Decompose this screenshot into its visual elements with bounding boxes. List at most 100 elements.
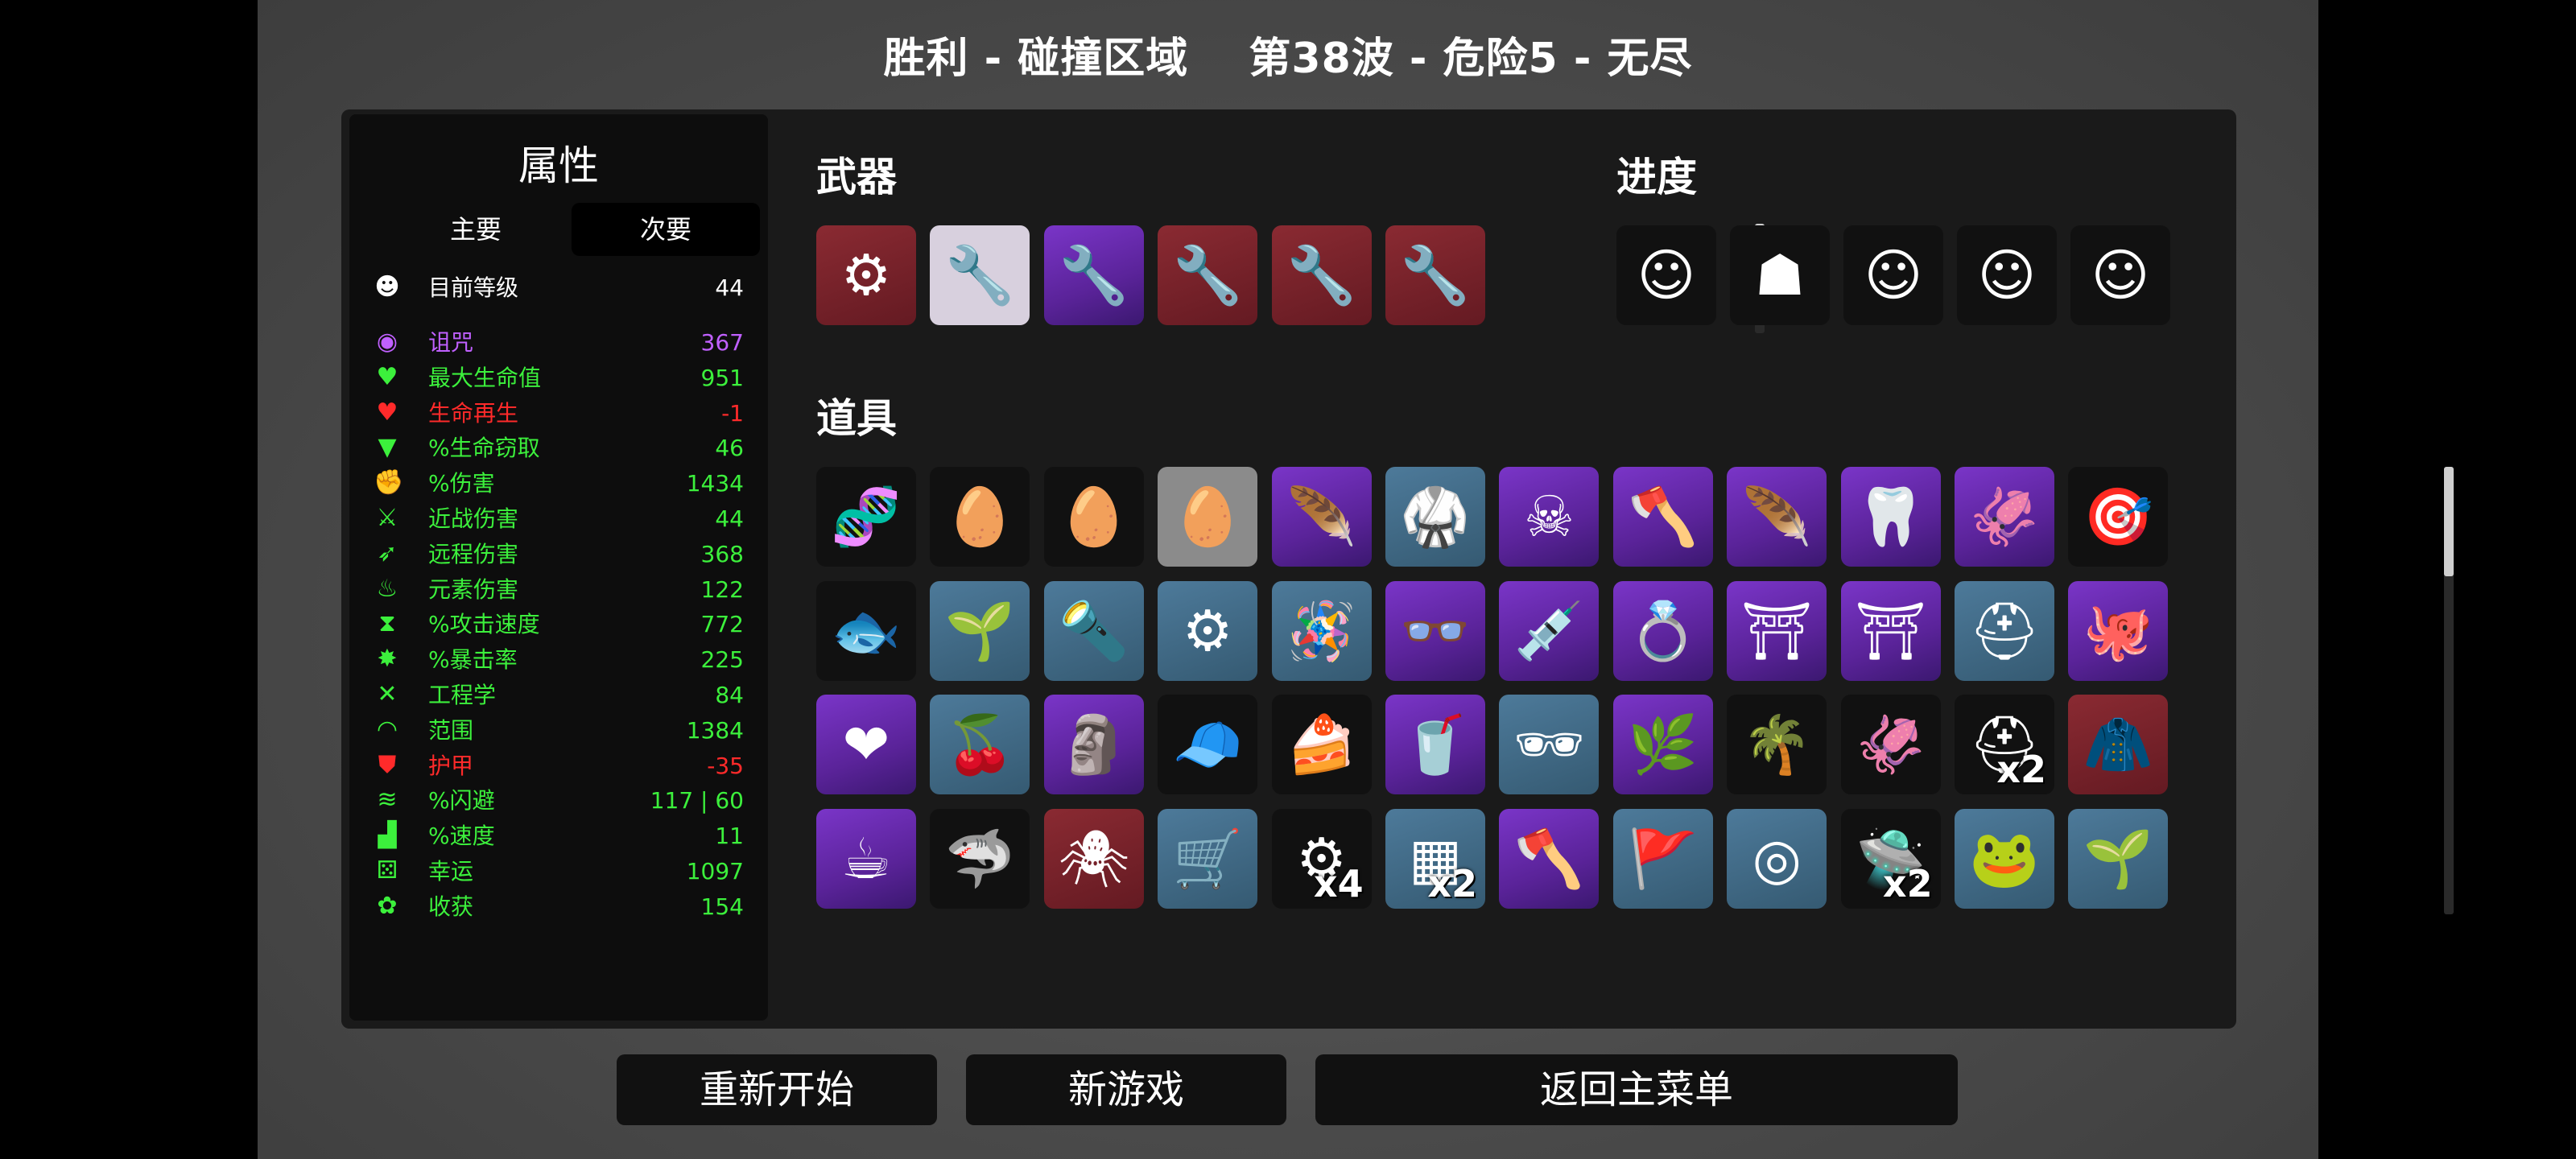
spider-icon: 🕷 — [1058, 825, 1130, 892]
result-zone: 胜利 - 碰撞区域 — [883, 35, 1189, 83]
wheelbarrow-icon: 🛒 — [1172, 825, 1243, 892]
weapon-slot[interactable]: 🔧 — [1158, 225, 1258, 325]
stat-value: 11 — [715, 823, 744, 850]
item-slot[interactable]: ⛩ — [1727, 580, 1827, 681]
weapon-slot[interactable]: 🔧 — [1271, 225, 1372, 325]
restart-button[interactable]: 重新开始 — [617, 1054, 937, 1125]
item-slot[interactable]: 🚩 — [1612, 808, 1713, 909]
stat-label: 护甲 — [428, 752, 474, 779]
item-slot[interactable]: 🦷 — [1840, 467, 1941, 567]
items-scroll-thumb[interactable] — [2444, 467, 2454, 576]
weapon-slot[interactable]: 🔧 — [930, 225, 1030, 325]
palm-tree-icon: 🌴 — [1741, 711, 1812, 777]
target-icon: ◎ — [1752, 825, 1802, 892]
stat-value: 1434 — [686, 470, 744, 497]
item-slot[interactable]: 🪓 — [1612, 467, 1713, 567]
item-slot[interactable]: 🕶 — [1499, 695, 1600, 794]
stats-heading: 属性 — [518, 142, 599, 189]
item-slot[interactable]: 🪅 — [1271, 580, 1372, 681]
item-slot[interactable]: 👓 — [1385, 580, 1485, 681]
stat-label: 目前等级 — [428, 274, 519, 301]
item-slot[interactable]: 🍒 — [930, 695, 1030, 794]
item-slot[interactable]: 🧬 — [816, 467, 916, 567]
tab-primary[interactable]: 主要 — [382, 203, 570, 256]
item-slot[interactable]: 🌱 — [930, 580, 1030, 681]
item-slot[interactable]: ⛑ — [1955, 580, 2054, 681]
item-slot[interactable]: 💍 — [1612, 580, 1713, 681]
item-slot[interactable]: 🥤 — [1385, 695, 1485, 794]
item-slot[interactable]: 🦑 — [1955, 467, 2054, 567]
item-slot[interactable]: ☕ — [816, 808, 916, 909]
stat-label: 远程伤害 — [428, 540, 519, 567]
item-slot[interactable]: ❤ — [816, 695, 916, 794]
item-slot[interactable]: 🥚 — [930, 467, 1030, 567]
character-slot[interactable]: ☺ — [1843, 225, 1943, 325]
item-slot[interactable]: ◎ — [1727, 808, 1827, 909]
item-count: x4 — [1313, 861, 1364, 905]
item-slot[interactable]: 🧢 — [1158, 695, 1258, 794]
sunglasses-icon: 🕶 — [1513, 711, 1585, 777]
weapon-slot[interactable]: 🔧 — [1385, 225, 1485, 325]
stat-label: 幸运 — [428, 858, 474, 885]
item-slot[interactable]: ☠ — [1499, 467, 1600, 567]
lumberjack-icon: 🪓 — [1513, 825, 1584, 892]
character-slot[interactable]: ☗ — [1730, 225, 1830, 325]
game-screen: 胜利 - 碰撞区域 第38波 - 危险5 - 无尽 属性 主要 次要 ☻ 目前等级… — [258, 0, 2454, 1159]
fangs-icon: ▼ — [378, 433, 397, 462]
item-slot[interactable]: 🌱 — [2068, 808, 2169, 909]
character-slot[interactable]: ☺ — [2070, 225, 2170, 325]
item-slot[interactable]: 🕷 — [1043, 808, 1144, 909]
weapon-slot[interactable]: ⚙ — [816, 225, 916, 325]
item-slot[interactable]: 🧥 — [2068, 695, 2169, 794]
stat-label: 近战伤害 — [428, 505, 519, 532]
item-slot[interactable]: 🥚 — [1043, 467, 1144, 567]
item-slot[interactable]: 🪶 — [1271, 467, 1372, 567]
dice-icon: ⚄ — [376, 856, 398, 885]
item-slot[interactable]: 🦈 — [930, 808, 1030, 909]
item-slot[interactable]: ⛑ x2 — [1955, 695, 2054, 794]
item-slot[interactable]: 🐙 — [2068, 580, 2169, 681]
item-slot[interactable]: ▦ x2 — [1385, 808, 1485, 909]
item-slot[interactable]: ⚙ x4 — [1271, 808, 1372, 909]
tab-secondary[interactable]: 次要 — [572, 203, 760, 256]
items-scrollbar[interactable] — [2444, 467, 2454, 914]
stat-value: 44 — [715, 505, 744, 532]
item-slot[interactable]: ⚙ — [1158, 580, 1258, 681]
gentleman-character-icon: ☺ — [1637, 242, 1696, 308]
structure-icon: ⛩ — [1740, 597, 1813, 664]
item-slot[interactable]: 🌿 — [1612, 695, 1713, 794]
stat-label: 最大生命值 — [428, 364, 542, 391]
structure-icon: ⛩ — [1855, 597, 1927, 664]
harvest-icon: ✿ — [377, 891, 398, 920]
item-slot[interactable]: 🥋 — [1385, 467, 1485, 567]
stat-label: 生命再生 — [428, 399, 519, 427]
item-slot[interactable]: 🦑 — [1840, 695, 1941, 794]
item-slot[interactable]: 🛸 x2 — [1840, 808, 1941, 909]
item-slot[interactable]: 🪶 — [1727, 467, 1827, 567]
helmet-icon: ⛑ — [1968, 597, 2041, 664]
item-slot[interactable]: ⛩ — [1840, 580, 1941, 681]
item-slot[interactable]: 🍰 — [1271, 695, 1372, 794]
new-game-button[interactable]: 新游戏 — [966, 1054, 1286, 1125]
item-slot[interactable]: 🥚 — [1158, 467, 1258, 567]
item-slot[interactable]: 🎯 — [2068, 467, 2169, 567]
character-slot[interactable]: ☺ — [1957, 225, 2057, 325]
ring-icon: 💍 — [1628, 597, 1699, 664]
item-count: x2 — [1882, 861, 1933, 905]
item-slot[interactable]: 🪓 — [1499, 808, 1600, 909]
stat-value: 117 | 60 — [650, 787, 744, 815]
item-slot[interactable]: 🐟 — [816, 580, 916, 681]
item-slot[interactable]: 🌴 — [1727, 695, 1827, 794]
item-slot[interactable]: 🗿 — [1043, 695, 1144, 794]
item-slot[interactable]: 🛒 — [1158, 808, 1258, 909]
main-menu-button[interactable]: 返回主菜单 — [1315, 1054, 1958, 1125]
coffee-icon: ☕ — [840, 825, 892, 892]
item-slot[interactable]: 💉 — [1499, 580, 1600, 681]
character-slot[interactable]: ☺ — [1616, 225, 1716, 325]
broken-tooth-icon: 🦷 — [1856, 484, 1926, 550]
tentacle-icon: 🦑 — [1856, 711, 1926, 777]
feather-icon: 🪶 — [1741, 484, 1812, 550]
item-slot[interactable]: 🐸 — [1955, 808, 2054, 909]
weapon-slot[interactable]: 🔧 — [1043, 225, 1144, 325]
item-slot[interactable]: 🔦 — [1043, 580, 1144, 681]
